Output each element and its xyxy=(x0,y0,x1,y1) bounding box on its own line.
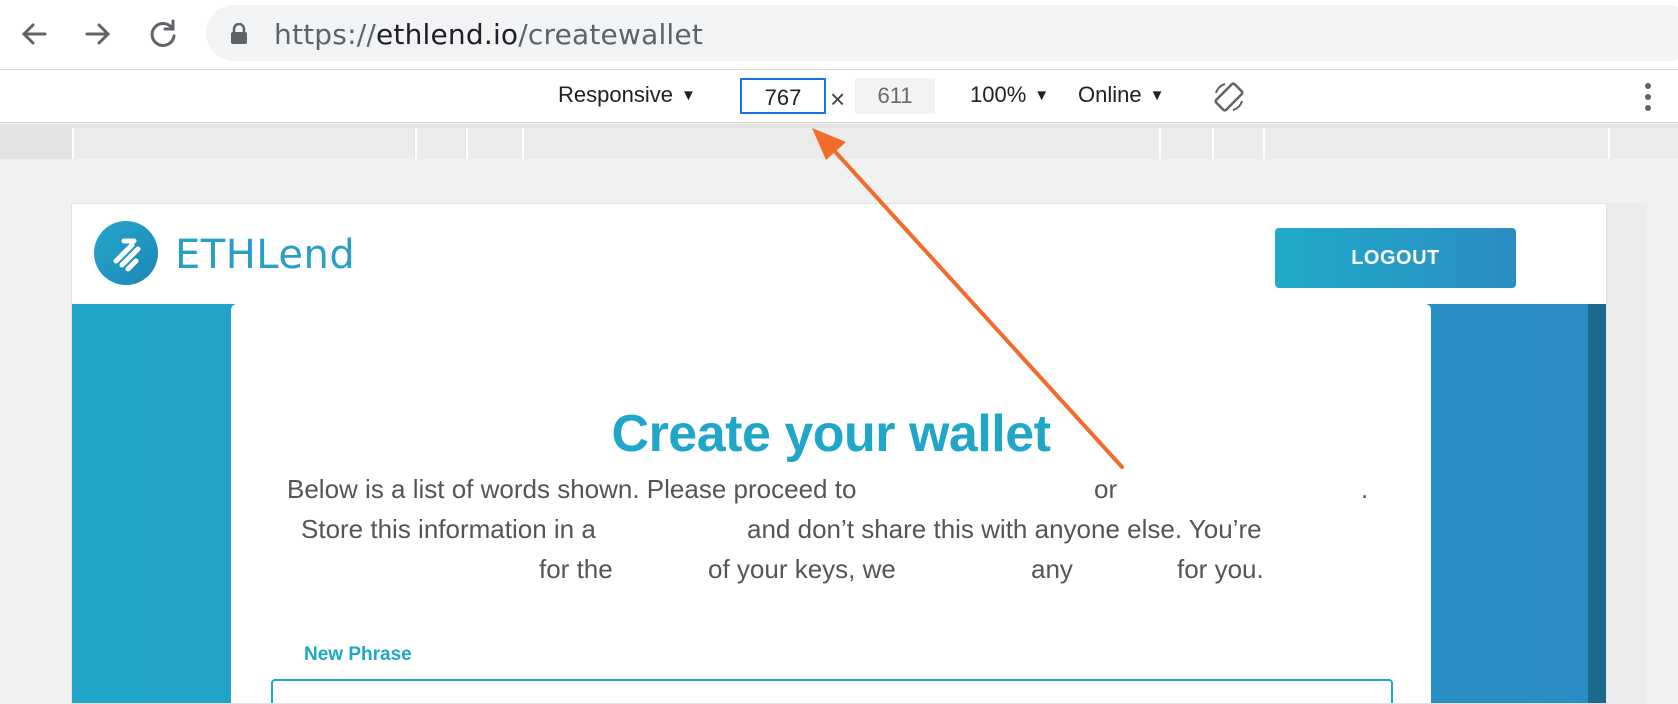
address-bar[interactable]: https://ethlend.io/createwallet xyxy=(206,5,1678,61)
ruler-segment[interactable] xyxy=(415,128,465,159)
emulated-viewport: ETHLend LOGOUT Create your wallet Below … xyxy=(71,203,1607,704)
logo-glyph xyxy=(113,238,141,272)
ruler-segment[interactable] xyxy=(72,128,414,159)
ruler-segment[interactable] xyxy=(466,128,522,159)
ruler-segment[interactable] xyxy=(1608,128,1678,159)
viewport-width-input[interactable]: 767 xyxy=(740,78,826,114)
url-scheme: https:// xyxy=(274,18,376,51)
create-wallet-card: Create your wallet Below is a list of wo… xyxy=(231,304,1431,703)
caret-down-icon: ▼ xyxy=(680,87,696,104)
forward-arrow-icon xyxy=(85,23,111,45)
app-header: ETHLend LOGOUT xyxy=(72,204,1606,304)
forward-button[interactable] xyxy=(78,14,118,54)
caret-down-icon: ▼ xyxy=(1034,87,1050,104)
page-title: Create your wallet xyxy=(611,405,1051,463)
viewport-resize-area[interactable] xyxy=(1607,203,1647,704)
back-button[interactable] xyxy=(14,14,54,54)
description-text: Store this information in a xyxy=(301,514,596,544)
url-host: ethlend.io xyxy=(375,18,519,51)
lock-icon xyxy=(231,23,247,44)
ruler-segment[interactable] xyxy=(522,128,1159,159)
description-text: and don’t share this with anyone else. Y… xyxy=(747,514,1262,544)
ruler-segment[interactable] xyxy=(1263,128,1608,159)
description-text: any xyxy=(1031,554,1073,584)
device-mode-select[interactable]: Responsive ▼ xyxy=(558,82,696,108)
logo-text[interactable]: ETHLend xyxy=(175,232,355,278)
viewport-height-input[interactable]: 611 xyxy=(855,78,935,114)
times-icon: × xyxy=(830,84,846,114)
device-toolbar: Responsive ▼ 767 × 611 100% ▼ Online ▼ xyxy=(0,70,1678,123)
network-throttle-select[interactable]: Online ▼ xyxy=(1078,82,1164,108)
description-text: of your keys, we xyxy=(708,554,896,584)
description-text: . xyxy=(1361,474,1369,504)
description-text: for the xyxy=(539,554,613,584)
browser-toolbar: https://ethlend.io/createwallet xyxy=(0,0,1678,70)
caret-down-icon: ▼ xyxy=(1149,87,1165,104)
zoom-label: 100% xyxy=(970,82,1027,107)
more-options-icon[interactable] xyxy=(1644,82,1652,112)
zoom-select[interactable]: 100% ▼ xyxy=(970,82,1049,108)
media-query-ruler xyxy=(0,124,1678,159)
rotate-device-icon[interactable] xyxy=(1213,81,1245,113)
url-text: https://ethlend.io/createwallet xyxy=(274,18,703,51)
network-label: Online xyxy=(1078,82,1142,107)
device-mode-label: Responsive xyxy=(558,82,673,107)
url-path: /createwallet xyxy=(518,18,704,51)
reload-button[interactable] xyxy=(143,14,183,54)
description-text: or xyxy=(1094,474,1118,504)
ruler-segment[interactable] xyxy=(1159,128,1212,159)
description-text: Below is a list of words shown. Please p… xyxy=(287,474,857,504)
description-text: for you. xyxy=(1177,554,1264,584)
ethlend-logo-icon[interactable] xyxy=(94,221,158,285)
new-phrase-field[interactable] xyxy=(271,679,1393,703)
back-arrow-icon xyxy=(21,23,47,45)
reload-icon xyxy=(150,19,176,47)
logout-button[interactable]: LOGOUT xyxy=(1275,228,1516,288)
new-phrase-label: New Phrase xyxy=(304,644,412,665)
ruler-segment[interactable] xyxy=(1212,128,1263,159)
